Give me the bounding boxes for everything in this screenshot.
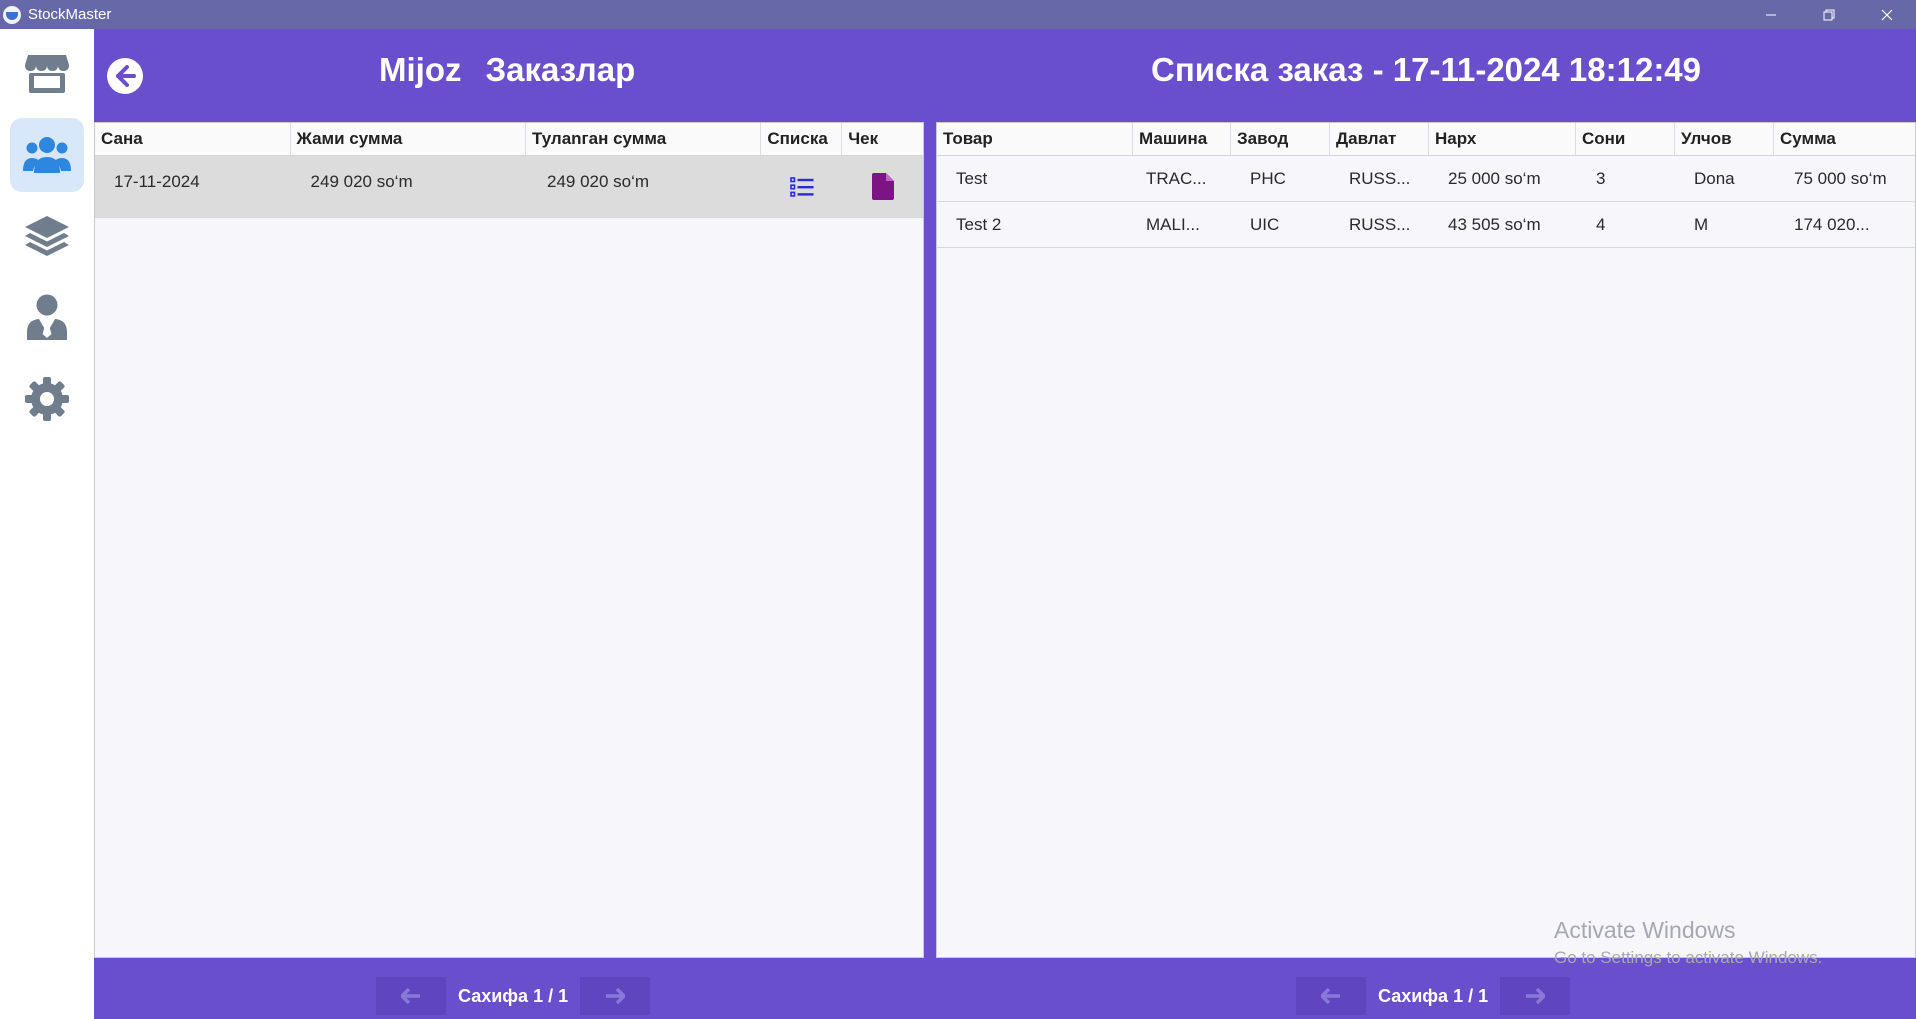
item-unit: Dona — [1694, 168, 1735, 188]
sidebar-item-layers[interactable] — [10, 199, 84, 273]
order-paid: 249 020 so‘m — [546, 171, 650, 191]
sidebar-item-settings[interactable] — [10, 362, 84, 436]
orders-heading: Mijoz Заказлар — [379, 51, 635, 89]
item-qty: 4 — [1596, 214, 1606, 234]
orders-table-header: Сана Жами сумма Тулanган сумма Списка Че… — [95, 123, 923, 156]
arrow-right-icon — [1526, 988, 1546, 1004]
file-icon — [871, 173, 894, 200]
next-page-button[interactable] — [580, 977, 651, 1015]
user-tie-icon — [27, 294, 67, 340]
users-icon — [23, 137, 71, 173]
item-sum: 75 000 so‘m — [1794, 168, 1887, 188]
column-header-sum[interactable]: Сумма — [1774, 123, 1915, 155]
app-logo-icon — [3, 5, 21, 24]
arrow-right-icon — [606, 988, 626, 1004]
back-button[interactable] — [107, 58, 143, 94]
activation-watermark: Activate Windows Go to Settings to activ… — [1554, 917, 1822, 968]
window-title: StockMaster — [28, 6, 112, 23]
watermark-title: Activate Windows — [1554, 917, 1736, 943]
column-header-unit[interactable]: Улчов — [1675, 123, 1774, 155]
column-header-price[interactable]: Нарх — [1429, 123, 1576, 155]
item-country: RUSS... — [1349, 168, 1411, 188]
item-qty: 3 — [1596, 168, 1606, 188]
prev-page-button[interactable] — [1296, 977, 1366, 1015]
table-row[interactable]: 17-11-2024 249 020 so‘m 249 020 so‘m — [95, 156, 923, 218]
sidebar — [0, 29, 94, 1019]
arrow-left-icon — [1321, 988, 1340, 1004]
column-header-factory[interactable]: Завод — [1231, 123, 1330, 155]
order-list-button[interactable] — [761, 156, 842, 217]
item-price: 43 505 so‘m — [1448, 214, 1541, 234]
item-car: TRAC... — [1146, 168, 1207, 188]
items-table-header: Товар Машина Завод Давлат Нарх Сони Улчо… — [937, 123, 1915, 156]
sidebar-item-store[interactable] — [10, 37, 84, 111]
order-receipt-button[interactable] — [842, 156, 923, 217]
order-date: 17-11-2024 — [114, 171, 200, 191]
orders-table: Сана Жами сумма Тулanган сумма Списка Че… — [94, 122, 924, 958]
table-row[interactable]: Test TRAC... PHC RUSS... 25 000 so‘m 3 D… — [937, 156, 1915, 202]
next-page-button[interactable] — [1500, 977, 1571, 1015]
arrow-left-icon — [401, 988, 420, 1004]
item-product: Test 2 — [956, 214, 1002, 234]
window-controls — [1742, 0, 1916, 29]
column-header-total[interactable]: Жами сумма — [291, 123, 526, 155]
details-title: Списка заказ - 17-11-2024 18:12:49 — [1151, 51, 1702, 88]
page-indicator: Сахифа 1 / 1 — [458, 985, 569, 1006]
title-bar: StockMaster — [0, 0, 1916, 29]
watermark-subtitle: Go to Settings to activate Windows. — [1554, 948, 1823, 967]
item-country: RUSS... — [1349, 214, 1411, 234]
close-icon — [1881, 9, 1893, 20]
item-factory: UIC — [1250, 214, 1280, 234]
column-header-car[interactable]: Машина — [1133, 123, 1231, 155]
gear-icon — [25, 377, 69, 421]
page-indicator: Сахифа 1 / 1 — [1378, 985, 1489, 1006]
minimize-button[interactable] — [1742, 0, 1800, 29]
restore-icon — [1823, 9, 1835, 20]
client-name: Mijoz — [379, 51, 462, 88]
store-icon — [25, 55, 69, 93]
items-pagination: Сахифа 1 / 1 — [1296, 977, 1571, 1015]
item-product: Test — [956, 168, 988, 188]
restore-button[interactable] — [1800, 0, 1858, 29]
column-header-qty[interactable]: Сони — [1576, 123, 1675, 155]
order-total: 249 020 so‘m — [310, 171, 413, 191]
sidebar-item-staff[interactable] — [10, 280, 84, 354]
item-sum: 174 020... — [1794, 214, 1870, 234]
column-header-paid[interactable]: Тулanган сумма — [526, 123, 762, 155]
orders-pagination: Сахифа 1 / 1 — [376, 977, 651, 1015]
prev-page-button[interactable] — [376, 977, 446, 1015]
item-car: MALI... — [1146, 214, 1200, 234]
sidebar-item-clients[interactable] — [10, 118, 84, 192]
item-unit: M — [1694, 214, 1709, 234]
main-content: Mijoz Заказлар Списка заказ - 17-11-2024 … — [94, 29, 1916, 1019]
list-icon — [790, 176, 814, 197]
layers-icon — [25, 216, 69, 256]
close-button[interactable] — [1858, 0, 1916, 29]
arrow-left-circle-icon — [107, 58, 143, 94]
column-header-country[interactable]: Давлат — [1330, 123, 1429, 155]
column-header-date[interactable]: Сана — [95, 123, 291, 155]
table-row[interactable]: Test 2 MALI... UIC RUSS... 43 505 so‘m 4… — [937, 202, 1915, 248]
minimize-icon — [1766, 14, 1776, 15]
item-price: 25 000 so‘m — [1448, 168, 1541, 188]
item-factory: PHC — [1250, 168, 1286, 188]
order-items-table: Товар Машина Завод Давлат Нарх Сони Улчо… — [936, 122, 1916, 958]
column-header-product[interactable]: Товар — [937, 123, 1133, 155]
orders-title: Заказлар — [485, 51, 636, 88]
column-header-receipt[interactable]: Чек — [842, 123, 923, 155]
column-header-list[interactable]: Списка — [761, 123, 843, 155]
